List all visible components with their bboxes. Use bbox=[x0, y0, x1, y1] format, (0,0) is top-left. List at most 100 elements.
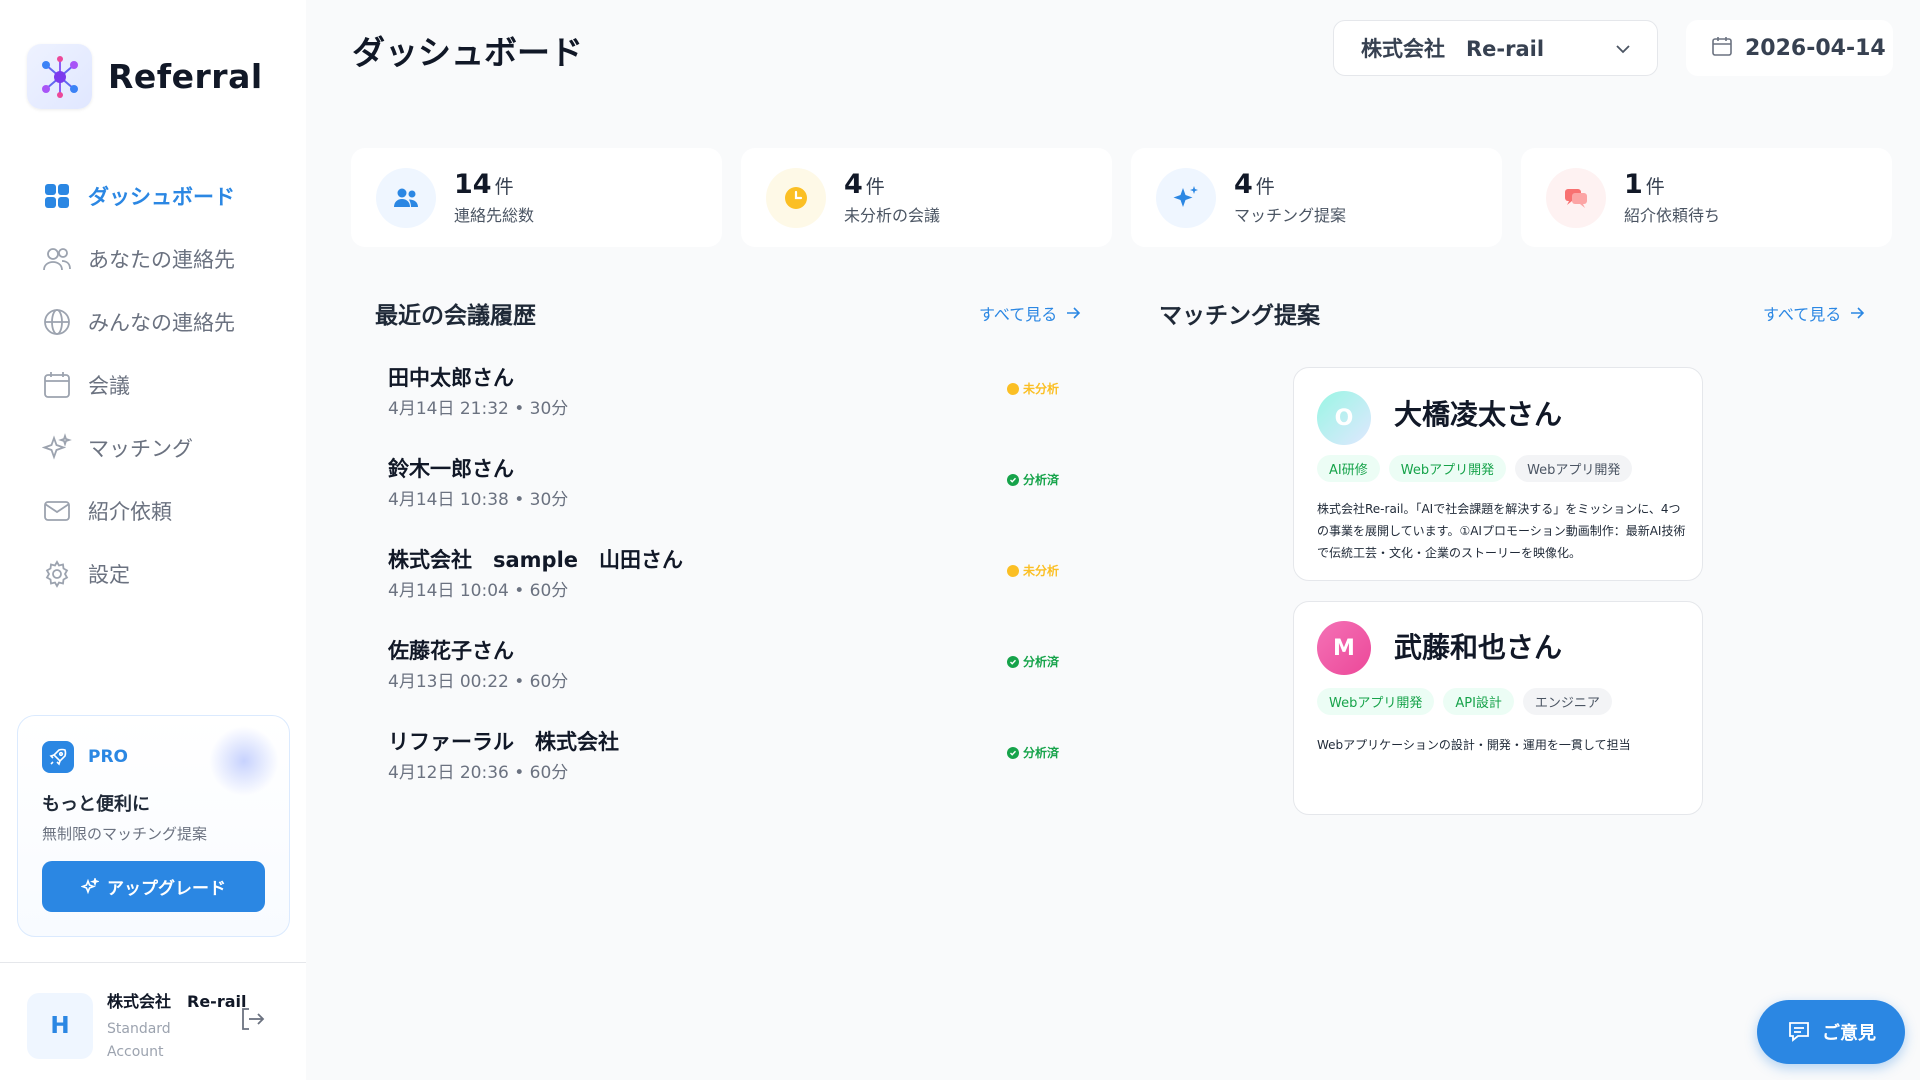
meetings-list: 田中太郎さん 4月14日 21:32 • 30分 未分析 鈴木一郎さん 4月14… bbox=[375, 350, 1075, 805]
pro-subtitle: 無制限のマッチング提案 bbox=[42, 825, 208, 843]
status-label: 分析済 bbox=[1023, 655, 1060, 669]
avatar[interactable]: H bbox=[27, 993, 93, 1059]
company-select[interactable]: 株式会社 Re-rail bbox=[1333, 20, 1658, 76]
sparkles-icon bbox=[42, 432, 72, 463]
status-badge: 分析済 bbox=[1007, 653, 1059, 670]
calendar-icon bbox=[1711, 35, 1733, 61]
meeting-item[interactable]: 佐藤花子さん 4月13日 00:22 • 60分 分析済 bbox=[375, 623, 1075, 714]
calendar-icon bbox=[42, 370, 72, 400]
meeting-item[interactable]: 田中太郎さん 4月14日 21:32 • 30分 未分析 bbox=[375, 350, 1075, 441]
tag: API設計 bbox=[1443, 688, 1514, 715]
meeting-item[interactable]: 株式会社 sample 山田さん 4月14日 10:04 • 60分 未分析 bbox=[375, 532, 1075, 623]
sparkles-icon bbox=[1156, 167, 1216, 228]
pro-title: もっと便利に bbox=[42, 794, 150, 815]
status-label: 未分析 bbox=[1023, 382, 1060, 396]
account-info: 株式会社 Re-rail Standard Account bbox=[107, 988, 246, 1064]
meetings-see-all-link[interactable]: すべて見る bbox=[979, 301, 1081, 325]
meeting-name: 佐藤花子さん bbox=[388, 639, 514, 663]
sidebar-item-referral-requests[interactable]: 紹介依頼 bbox=[26, 479, 286, 542]
sidebar-item-all-contacts[interactable]: みんなの連絡先 bbox=[26, 290, 286, 353]
stat-label: マッチング提案 bbox=[1234, 206, 1347, 225]
users-icon bbox=[376, 167, 436, 228]
check-circle-icon bbox=[1007, 655, 1019, 668]
page-title: ダッシュボード bbox=[352, 33, 583, 72]
logout-button[interactable] bbox=[237, 1006, 267, 1036]
meeting-meta: 4月13日 00:22 • 60分 bbox=[388, 672, 569, 692]
upgrade-button[interactable]: アップグレード bbox=[42, 861, 265, 912]
chevron-down-icon bbox=[1613, 39, 1633, 63]
stat-label: 紹介依頼待ち bbox=[1624, 206, 1721, 225]
date-picker[interactable]: 2026-04-14 bbox=[1686, 20, 1893, 76]
tag: エンジニア bbox=[1522, 688, 1612, 715]
sidebar-item-meetings[interactable]: 会議 bbox=[26, 353, 286, 416]
match-description: 株式会社Re-rail。「AIで社会課題を解決する」をミッションに、4つの事業を… bbox=[1317, 502, 1686, 560]
company-select-value: 株式会社 Re-rail bbox=[1361, 37, 1545, 61]
clock-icon bbox=[1007, 382, 1019, 395]
matching-section-title: マッチング提案 bbox=[1159, 303, 1320, 329]
sidebar-item-label: 紹介依頼 bbox=[88, 499, 172, 524]
stat-card-referral-pending[interactable]: 1件 紹介依頼待ち bbox=[1521, 148, 1892, 247]
stat-unit: 件 bbox=[1645, 176, 1665, 198]
avatar: M bbox=[1317, 621, 1371, 675]
sidebar-item-label: あなたの連絡先 bbox=[88, 247, 235, 272]
meeting-meta: 4月14日 10:04 • 60分 bbox=[388, 581, 569, 601]
check-circle-icon bbox=[1007, 746, 1019, 759]
status-label: 未分析 bbox=[1023, 564, 1060, 578]
logout-icon bbox=[238, 1005, 266, 1037]
chat-icon bbox=[1546, 167, 1606, 228]
tag: Webアプリ開発 bbox=[1317, 688, 1435, 715]
stat-card-contacts[interactable]: 14 件 連絡先総数 bbox=[351, 148, 722, 247]
rocket-icon bbox=[42, 741, 74, 773]
gear-icon bbox=[42, 559, 72, 589]
stat-card-matching[interactable]: 4件 マッチング提案 bbox=[1131, 148, 1502, 247]
sidebar-item-label: みんなの連絡先 bbox=[88, 310, 235, 335]
account-panel: H 株式会社 Re-rail Standard Account bbox=[27, 988, 277, 1064]
sidebar-item-label: 会議 bbox=[88, 373, 130, 398]
sidebar-item-matching[interactable]: マッチング bbox=[26, 416, 286, 479]
see-all-label: すべて見る bbox=[979, 305, 1058, 324]
pro-badge: PRO bbox=[42, 741, 128, 773]
clock-icon bbox=[766, 167, 826, 228]
meetings-section-title: 最近の会議履歴 bbox=[375, 303, 536, 329]
match-tags: Webアプリ開発 API設計 エンジニア bbox=[1317, 688, 1621, 715]
brand-name: Referral bbox=[108, 57, 263, 96]
meeting-meta: 4月12日 20:36 • 60分 bbox=[388, 763, 569, 783]
match-name: 武藤和也さん bbox=[1394, 631, 1563, 664]
pro-glow-decoration bbox=[209, 726, 279, 796]
feedback-label: ご意見 bbox=[1822, 1023, 1876, 1044]
stat-label: 連絡先総数 bbox=[454, 206, 535, 225]
sidebar: Referral ダッシュボード あなたの連絡先 みんなの連絡先 会議 マッチン… bbox=[0, 0, 306, 1080]
matching-card[interactable]: O 大橋凌太さん AI研修 Webアプリ開発 Webアプリ開発 株式会社Re-r… bbox=[1293, 367, 1703, 581]
meeting-item[interactable]: 鈴木一郎さん 4月14日 10:38 • 30分 分析済 bbox=[375, 441, 1075, 532]
meeting-item[interactable]: リファーラル 株式会社 4月12日 20:36 • 60分 分析済 bbox=[375, 714, 1075, 805]
chat-bubble-icon bbox=[1786, 1019, 1812, 1045]
brand[interactable]: Referral bbox=[27, 44, 263, 109]
matching-card[interactable]: M 武藤和也さん Webアプリ開発 API設計 エンジニア Webアプリケーショ… bbox=[1293, 601, 1703, 815]
stat-label: 未分析の会議 bbox=[844, 206, 941, 225]
match-name: 大橋凌太さん bbox=[1394, 398, 1563, 431]
sidebar-divider bbox=[0, 962, 306, 963]
pro-badge-label: PRO bbox=[88, 747, 129, 767]
grid-icon bbox=[42, 181, 72, 211]
meeting-name: 株式会社 sample 山田さん bbox=[388, 548, 684, 572]
stat-value: 1 bbox=[1624, 169, 1643, 200]
globe-icon bbox=[42, 307, 72, 337]
sidebar-item-label: 設定 bbox=[88, 562, 130, 587]
stat-unit: 件 bbox=[494, 176, 514, 198]
stat-unit: 件 bbox=[1255, 176, 1275, 198]
feedback-button[interactable]: ご意見 bbox=[1757, 1000, 1905, 1064]
meeting-name: 田中太郎さん bbox=[388, 366, 514, 390]
sidebar-item-my-contacts[interactable]: あなたの連絡先 bbox=[26, 227, 286, 290]
sidebar-item-settings[interactable]: 設定 bbox=[26, 542, 286, 605]
date-value: 2026-04-14 bbox=[1745, 35, 1886, 61]
avatar: O bbox=[1317, 391, 1371, 445]
sidebar-item-label: マッチング bbox=[88, 436, 193, 461]
check-circle-icon bbox=[1007, 473, 1019, 486]
stat-card-unanalyzed-meetings[interactable]: 4件 未分析の会議 bbox=[741, 148, 1112, 247]
sidebar-item-dashboard[interactable]: ダッシュボード bbox=[26, 164, 286, 227]
sidebar-item-label: ダッシュボード bbox=[88, 184, 235, 209]
mail-icon bbox=[42, 496, 72, 526]
status-badge: 分析済 bbox=[1007, 471, 1059, 488]
matching-see-all-link[interactable]: すべて見る bbox=[1763, 301, 1865, 325]
stat-value: 4 bbox=[1234, 169, 1253, 200]
